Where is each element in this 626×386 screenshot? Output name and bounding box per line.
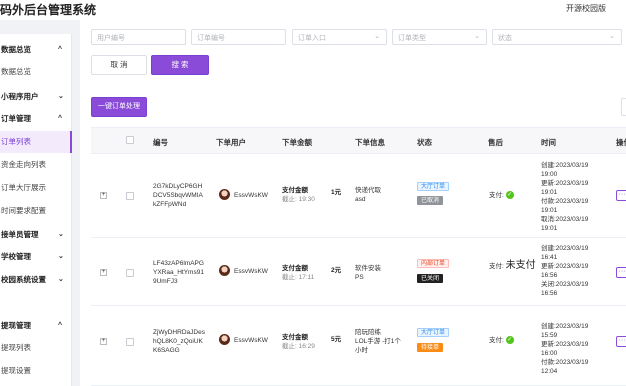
chevron-down-icon: ⌄ [58, 93, 64, 100]
order-user: EssvWsKW [234, 192, 268, 199]
status-badge: 大厅订单 [417, 328, 450, 337]
order-times: 创建:2023/03/19 15:59 更新:2023/03/19 16:00 付款… [541, 323, 589, 375]
order-id: 2G7kDLyCP6GH DCV5SbqvWMIA kZFFpWNd [153, 183, 203, 208]
sidebar-group-takers[interactable]: 接单员管理 ⌄ [0, 224, 72, 246]
aftersale-pay: 支付: ✓ [489, 336, 514, 345]
status-select[interactable]: 状态 ⌄ [492, 29, 622, 45]
app-title: 码外后台管理系统 [0, 3, 97, 17]
avatar [219, 265, 230, 276]
order-amount-value: 1元 [331, 189, 342, 196]
chevron-up-icon: ^ [58, 115, 63, 122]
order-info: 陪玩陪练 LOL手游 -打1个 小时 [355, 329, 401, 354]
chevron-down-icon: ⌄ [58, 231, 64, 238]
chevron-down-icon: ⌄ [474, 33, 480, 40]
row-checkbox[interactable] [126, 338, 134, 346]
order-amount: 支付金额 截止: 19:30 [282, 187, 315, 203]
more-actions-button[interactable]: ··· [616, 267, 626, 278]
column-header-status: 状态 [417, 138, 432, 147]
more-actions-button[interactable]: ··· [616, 336, 626, 347]
expand-row-icon[interactable]: + [100, 338, 107, 345]
search-button[interactable]: 搜 索 [151, 55, 209, 75]
status-badge: 大厅订单 [417, 182, 450, 191]
more-actions-button[interactable]: ··· [616, 190, 626, 201]
sidebar-item-withdraw-settings[interactable]: 提现设置 [0, 360, 72, 382]
order-user: EssvWsKW [234, 268, 268, 275]
order-id: ZjWyDHRDaJDes hQL8K0_zQoiUK K6SAGG [153, 329, 205, 354]
column-header-user: 下单用户 [216, 138, 246, 147]
sidebar-group-campus-settings[interactable]: 校园系统设置 ⌄ [0, 269, 72, 291]
order-amount: 支付金额 截止: 17:11 [282, 265, 315, 281]
sidebar-item-order-hall[interactable]: 订单大厅展示 [0, 177, 72, 199]
order-info: 快递代取 asd [355, 187, 381, 203]
chevron-up-icon: ^ [58, 46, 63, 53]
order-times: 创建:2023/03/19 19:00 更新:2023/03/19 19:01 付款… [541, 162, 589, 232]
chevron-down-icon: ⌄ [58, 276, 64, 283]
chevron-down-icon: ⌄ [58, 253, 64, 260]
column-header-aftersale: 售后 [488, 138, 503, 147]
sidebar-group-withdraw[interactable]: 提现管理 ^ [0, 315, 72, 337]
sidebar-item-dashboard[interactable]: 数据总览 [0, 61, 72, 83]
table-row: + ZjWyDHRDaJDes hQL8K0_zQoiUK K6SAGG EssvW… [91, 306, 626, 386]
chevron-down-icon: ⌄ [374, 33, 380, 40]
order-amount: 支付金额 截止: 16:29 [282, 334, 315, 350]
order-user: EssvWsKW [234, 337, 268, 344]
row-checkbox[interactable] [126, 192, 134, 200]
column-header-info: 下单信息 [355, 138, 385, 147]
table-row: + LF43zAP6lmAPG YXRaa_HtYms91 9UmFJ3 EssvW… [91, 238, 626, 306]
sidebar-group-schools[interactable]: 学校管理 ⌄ [0, 246, 72, 268]
order-times: 创建:2023/03/19 16:41 更新:2023/03/19 16:56 关闭… [541, 245, 589, 297]
column-header-time: 时间 [541, 138, 556, 147]
chevron-down-icon: ⌄ [609, 33, 615, 40]
check-circle-icon: ✓ [505, 336, 514, 345]
avatar [219, 334, 230, 345]
row-checkbox[interactable] [126, 269, 134, 277]
table-header: 编号 下单用户 下单金额 下单信息 状态 售后 时间 操作 [91, 127, 626, 154]
user-no-input[interactable]: 用户编号 [91, 29, 186, 45]
order-type-select[interactable]: 订单类型 ⌄ [392, 29, 487, 45]
top-bar: 码外后台管理系统 开源校园版 [0, 0, 626, 20]
sidebar-item-fund-flow[interactable]: 资金走向列表 [0, 154, 72, 176]
chevron-up-icon: ^ [58, 322, 63, 329]
order-amount-value: 2元 [331, 267, 342, 274]
column-header-amount: 下单金额 [282, 138, 312, 147]
select-all-checkbox[interactable] [126, 136, 134, 144]
aftersale-pay: 支付: 未支付 [489, 260, 536, 271]
sidebar: 数据总览 ^ 数据总览 小程序用户 ⌄ 订单管理 ^ 订单列表 资金走向列表 订单大厅… [0, 34, 72, 386]
order-id: LF43zAP6lmAPG YXRaa_HtYms91 9UmFJ3 [153, 260, 204, 285]
status-badge: 待接单 [417, 343, 444, 352]
batch-process-button[interactable]: 一键订单处理 [91, 97, 147, 117]
check-circle-icon: ✓ [505, 191, 514, 200]
avatar [219, 189, 230, 200]
status-badge: 内部订单 [417, 259, 450, 268]
order-info: 软件安装 PS [355, 265, 381, 281]
aftersale-pay: 支付: ✓ [489, 191, 514, 200]
expand-row-icon[interactable]: + [100, 269, 107, 276]
column-header-actions: 操作 [616, 138, 626, 147]
column-header-id: 编号 [153, 138, 168, 147]
sidebar-group-orders[interactable]: 订单管理 ^ [0, 108, 72, 130]
toolbar-button[interactable] [621, 98, 626, 116]
top-link-open-source[interactable]: 开源校园版 [566, 3, 606, 14]
expand-row-icon[interactable]: + [100, 192, 107, 199]
order-entry-select[interactable]: 订单入口 ⌄ [292, 29, 387, 45]
status-badge: 已取消 [417, 196, 444, 205]
sidebar-item-withdraw-list[interactable]: 提现列表 [0, 337, 72, 359]
cancel-button[interactable]: 取 消 [91, 55, 147, 75]
order-amount-value: 5元 [331, 336, 342, 343]
status-badge: 已关闭 [417, 274, 444, 283]
table-row: + 2G7kDLyCP6GH DCV5SbqvWMIA kZFFpWNd EssvW… [91, 154, 626, 238]
sidebar-group-dashboard[interactable]: 数据总览 ^ [0, 39, 72, 61]
main-panel: 用户编号 订单编号 订单入口 ⌄ 订单类型 ⌄ 状态 ⌄ 取 消 搜 索 一键订单处理… [80, 20, 626, 386]
order-no-input[interactable]: 订单编号 [191, 29, 286, 45]
sidebar-item-order-list[interactable]: 订单列表 [0, 131, 72, 153]
sidebar-item-time-config[interactable]: 时间要求配置 [0, 200, 72, 222]
sidebar-group-miniapp-users[interactable]: 小程序用户 ⌄ [0, 86, 72, 108]
